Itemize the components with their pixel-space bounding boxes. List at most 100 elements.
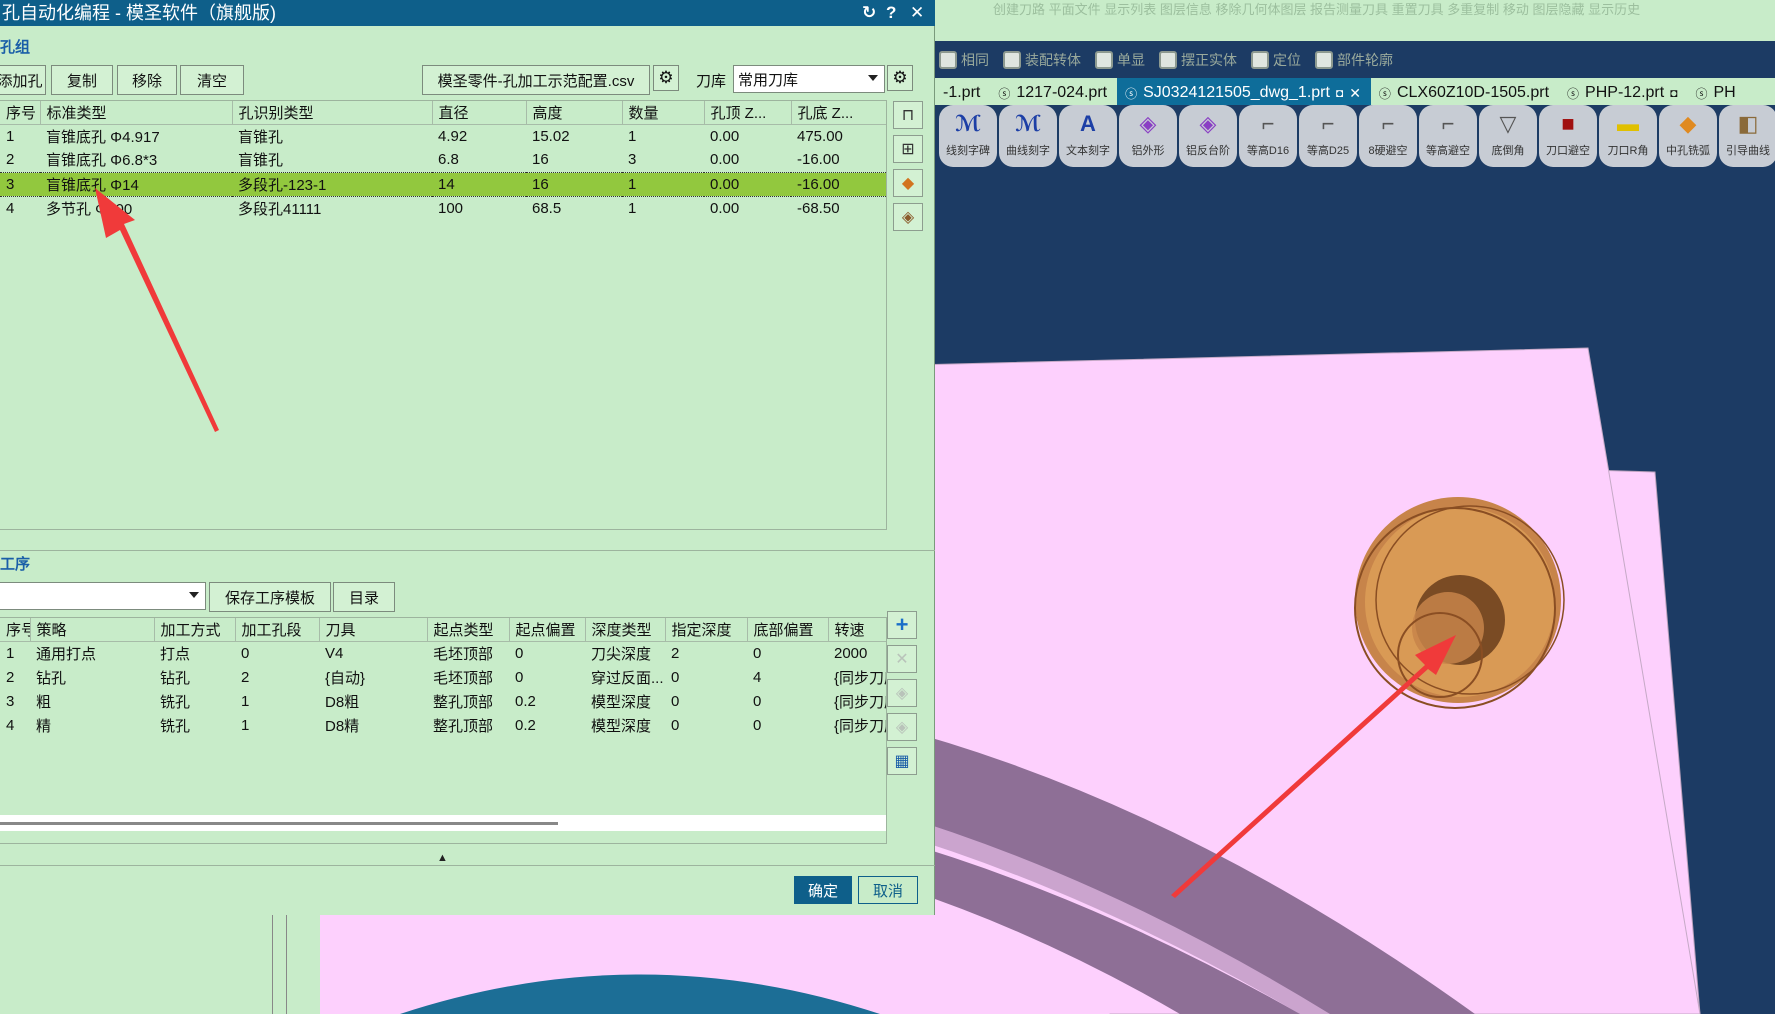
col-header[interactable]: 孔底 Z... — [791, 101, 886, 125]
tool-lib-select[interactable]: 常用刀库 — [733, 65, 885, 93]
cmd-contour-d16[interactable]: ⌐ 等高D16 — [1239, 105, 1297, 167]
cmd-edge-radius[interactable]: ▬ 刀口R角 — [1599, 105, 1657, 167]
move-down-icon[interactable]: ◈ — [887, 713, 917, 741]
cell: -68.50 — [797, 199, 840, 217]
col-header[interactable]: 指定深度 — [665, 618, 748, 642]
copy-button[interactable]: 复制 — [51, 65, 113, 95]
col-header[interactable]: 数量 — [622, 101, 705, 125]
contour-d16-icon: ⌐ — [1261, 111, 1275, 136]
cell: 盲锥底孔 Φ6.8*3 — [46, 152, 158, 170]
cmd-guide-curve[interactable]: ◧ 引导曲线 — [1719, 105, 1775, 167]
toolbar-item-same[interactable]: 相同 — [939, 50, 989, 70]
config-file-button[interactable]: 模圣零件-孔加工示范配置.csv — [422, 65, 650, 95]
cmd-hard-clearance[interactable]: ⌐ 8硬避空 — [1359, 105, 1417, 167]
clear-button[interactable]: 清空 — [180, 65, 244, 95]
table-row[interactable]: 3 粗 铣孔 1 D8粗 整孔顶部 0.2 模型深度 0 0 {同步刀库} — [0, 689, 886, 713]
config-gear-icon[interactable]: ⚙ — [653, 65, 679, 91]
hole-profile-icon[interactable]: ⊓ — [893, 101, 923, 129]
col-header[interactable]: 策略 — [30, 618, 155, 642]
cmd-contour-clearance[interactable]: ⌐ 等高避空 — [1419, 105, 1477, 167]
col-header[interactable]: 序号 — [0, 618, 31, 642]
hole-split-icon[interactable]: ⊞ — [893, 135, 923, 163]
cmd-center-arc-mill[interactable]: ◆ 中孔铣弧 — [1659, 105, 1717, 167]
cell: 2 — [6, 151, 15, 169]
tool-lib-gear-icon[interactable]: ⚙ — [887, 65, 913, 91]
cmd-alu-reverse-step[interactable]: ◈ 铝反台阶 — [1179, 105, 1237, 167]
process-template-select[interactable] — [0, 582, 206, 610]
col-header[interactable]: 加工孔段 — [235, 618, 320, 642]
section-title-process: 工序 — [0, 556, 31, 573]
remove-button[interactable]: 移除 — [117, 65, 177, 95]
hole-solid-icon[interactable]: ◆ — [893, 169, 923, 197]
file-tab-active[interactable]: ⓢ SJ0324121505_dwg_1.prt ◘ ✕ — [1117, 78, 1371, 105]
dialog-titlebar: 孔自动化编程 - 模圣软件（旗舰版) ↻ ? ✕ — [0, 0, 935, 26]
cell: 0.00 — [710, 127, 740, 145]
toolbar-item-locate[interactable]: 定位 — [1251, 50, 1301, 70]
move-up-icon[interactable]: ◈ — [887, 679, 917, 707]
table-row-selected[interactable]: 3 盲锥底孔 Φ14 多段孔-123-1 14 16 1 0.00 -16.00 — [0, 171, 886, 197]
cell: 0 — [515, 668, 524, 686]
reset-icon[interactable]: ↻ — [862, 0, 876, 26]
help-icon[interactable]: ? — [886, 0, 896, 26]
cell: 0.2 — [515, 716, 536, 734]
save-template-button[interactable]: 保存工序模板 — [209, 582, 331, 612]
hole-pattern-icon[interactable]: ◈ — [893, 203, 923, 231]
col-header[interactable]: 转速 — [828, 618, 886, 642]
table-row[interactable]: 1 盲锥底孔 Φ4.917 盲锥孔 4.92 15.02 1 0.00 475.00 — [0, 124, 886, 148]
delete-process-icon[interactable]: ✕ — [887, 645, 917, 673]
table-row[interactable]: 4 多节孔 Φ100 多段孔41111 100 68.5 1 0.00 -68.50 — [0, 196, 886, 220]
table-header: 序号 标准类型 孔识别类型 直径 高度 数量 孔顶 Z... 孔底 Z... — [0, 101, 886, 125]
table-row[interactable]: 2 钻孔 钻孔 2 {自动} 毛坯顶部 0 穿过反面... 0 4 {同步刀库} — [0, 665, 886, 689]
cmd-line-engrave[interactable]: ℳ 线刻字碑 — [939, 105, 997, 167]
col-header[interactable]: 底部偏置 — [747, 618, 829, 642]
scrollbar-thumb[interactable] — [0, 822, 558, 825]
table-row[interactable]: 2 盲锥底孔 Φ6.8*3 盲锥孔 6.8 16 3 0.00 -16.00 — [0, 148, 886, 172]
table-row[interactable]: 4 精 铣孔 1 D8精 整孔顶部 0.2 模型深度 0 0 {同步刀库} — [0, 713, 886, 737]
cell: 钻孔 — [160, 669, 191, 687]
file-tab[interactable]: ⓢ PHP-12.prt ◘ — [1559, 78, 1687, 105]
horizontal-scrollbar[interactable] — [0, 815, 886, 831]
cell: 打点 — [160, 645, 191, 663]
cmd-bottom-chamfer[interactable]: ▽ 底倒角 — [1479, 105, 1537, 167]
cell: 1 — [241, 692, 250, 710]
col-header[interactable]: 加工方式 — [154, 618, 236, 642]
file-tab[interactable]: ⓢ PH — [1687, 78, 1745, 105]
col-header[interactable]: 起点类型 — [427, 618, 510, 642]
cmd-edge-clearance[interactable]: ■ 刀口避空 — [1539, 105, 1597, 167]
col-header[interactable]: 深度类型 — [585, 618, 666, 642]
cmd-alu-profile[interactable]: ◈ 铝外形 — [1119, 105, 1177, 167]
cell: D8精 — [325, 717, 360, 735]
ok-button[interactable]: 确定 — [794, 876, 852, 904]
cmd-text-engrave[interactable]: A 文本刻字 — [1059, 105, 1117, 167]
file-tab[interactable]: -1.prt — [935, 78, 990, 105]
cell: 1 — [241, 716, 250, 734]
file-tab[interactable]: ⓢ CLX60Z10D-1505.prt — [1371, 78, 1559, 105]
toolbar-item-assembly-rotate[interactable]: 装配转体 — [1003, 50, 1081, 70]
file-tab[interactable]: ⓢ 1217-024.prt — [990, 78, 1117, 105]
cancel-button[interactable]: 取消 — [858, 876, 918, 904]
col-header[interactable]: 刀具 — [319, 618, 428, 642]
col-header[interactable]: 高度 — [526, 101, 623, 125]
collapse-chevron-icon[interactable]: ▲ — [437, 852, 448, 864]
toolbar-item-part-outline[interactable]: 部件轮廓 — [1315, 50, 1393, 70]
cell: 2000 — [834, 644, 868, 662]
table-row[interactable]: 1 通用打点 打点 0 V4 毛坯顶部 0 刀尖深度 2 0 2000 — [0, 641, 886, 665]
col-header[interactable]: 标准类型 — [40, 101, 233, 125]
col-header[interactable]: 序号 — [0, 101, 41, 125]
add-process-icon[interactable]: + — [887, 611, 917, 639]
divider — [286, 915, 287, 1014]
toolbar-item-single-show[interactable]: 单显 — [1095, 50, 1145, 70]
col-header[interactable]: 孔识别类型 — [232, 101, 433, 125]
process-table-icon[interactable]: ▦ — [887, 747, 917, 775]
toolbar-item-align-solid[interactable]: 摆正实体 — [1159, 50, 1237, 70]
close-tab-icon[interactable]: ✕ — [1349, 85, 1361, 102]
catalog-button[interactable]: 目录 — [333, 582, 395, 612]
cmd-contour-d25[interactable]: ⌐ 等高D25 — [1299, 105, 1357, 167]
close-icon[interactable]: ✕ — [910, 0, 924, 26]
col-header[interactable]: 直径 — [432, 101, 527, 125]
cmd-curve-engrave[interactable]: ℳ 曲线刻字 — [999, 105, 1057, 167]
col-header[interactable]: 孔顶 Z... — [704, 101, 792, 125]
process-side-toolbar: + ✕ ◈ ◈ ▦ — [887, 611, 917, 775]
col-header[interactable]: 起点偏置 — [509, 618, 586, 642]
add-hole-button[interactable]: 添加孔 — [0, 65, 46, 95]
